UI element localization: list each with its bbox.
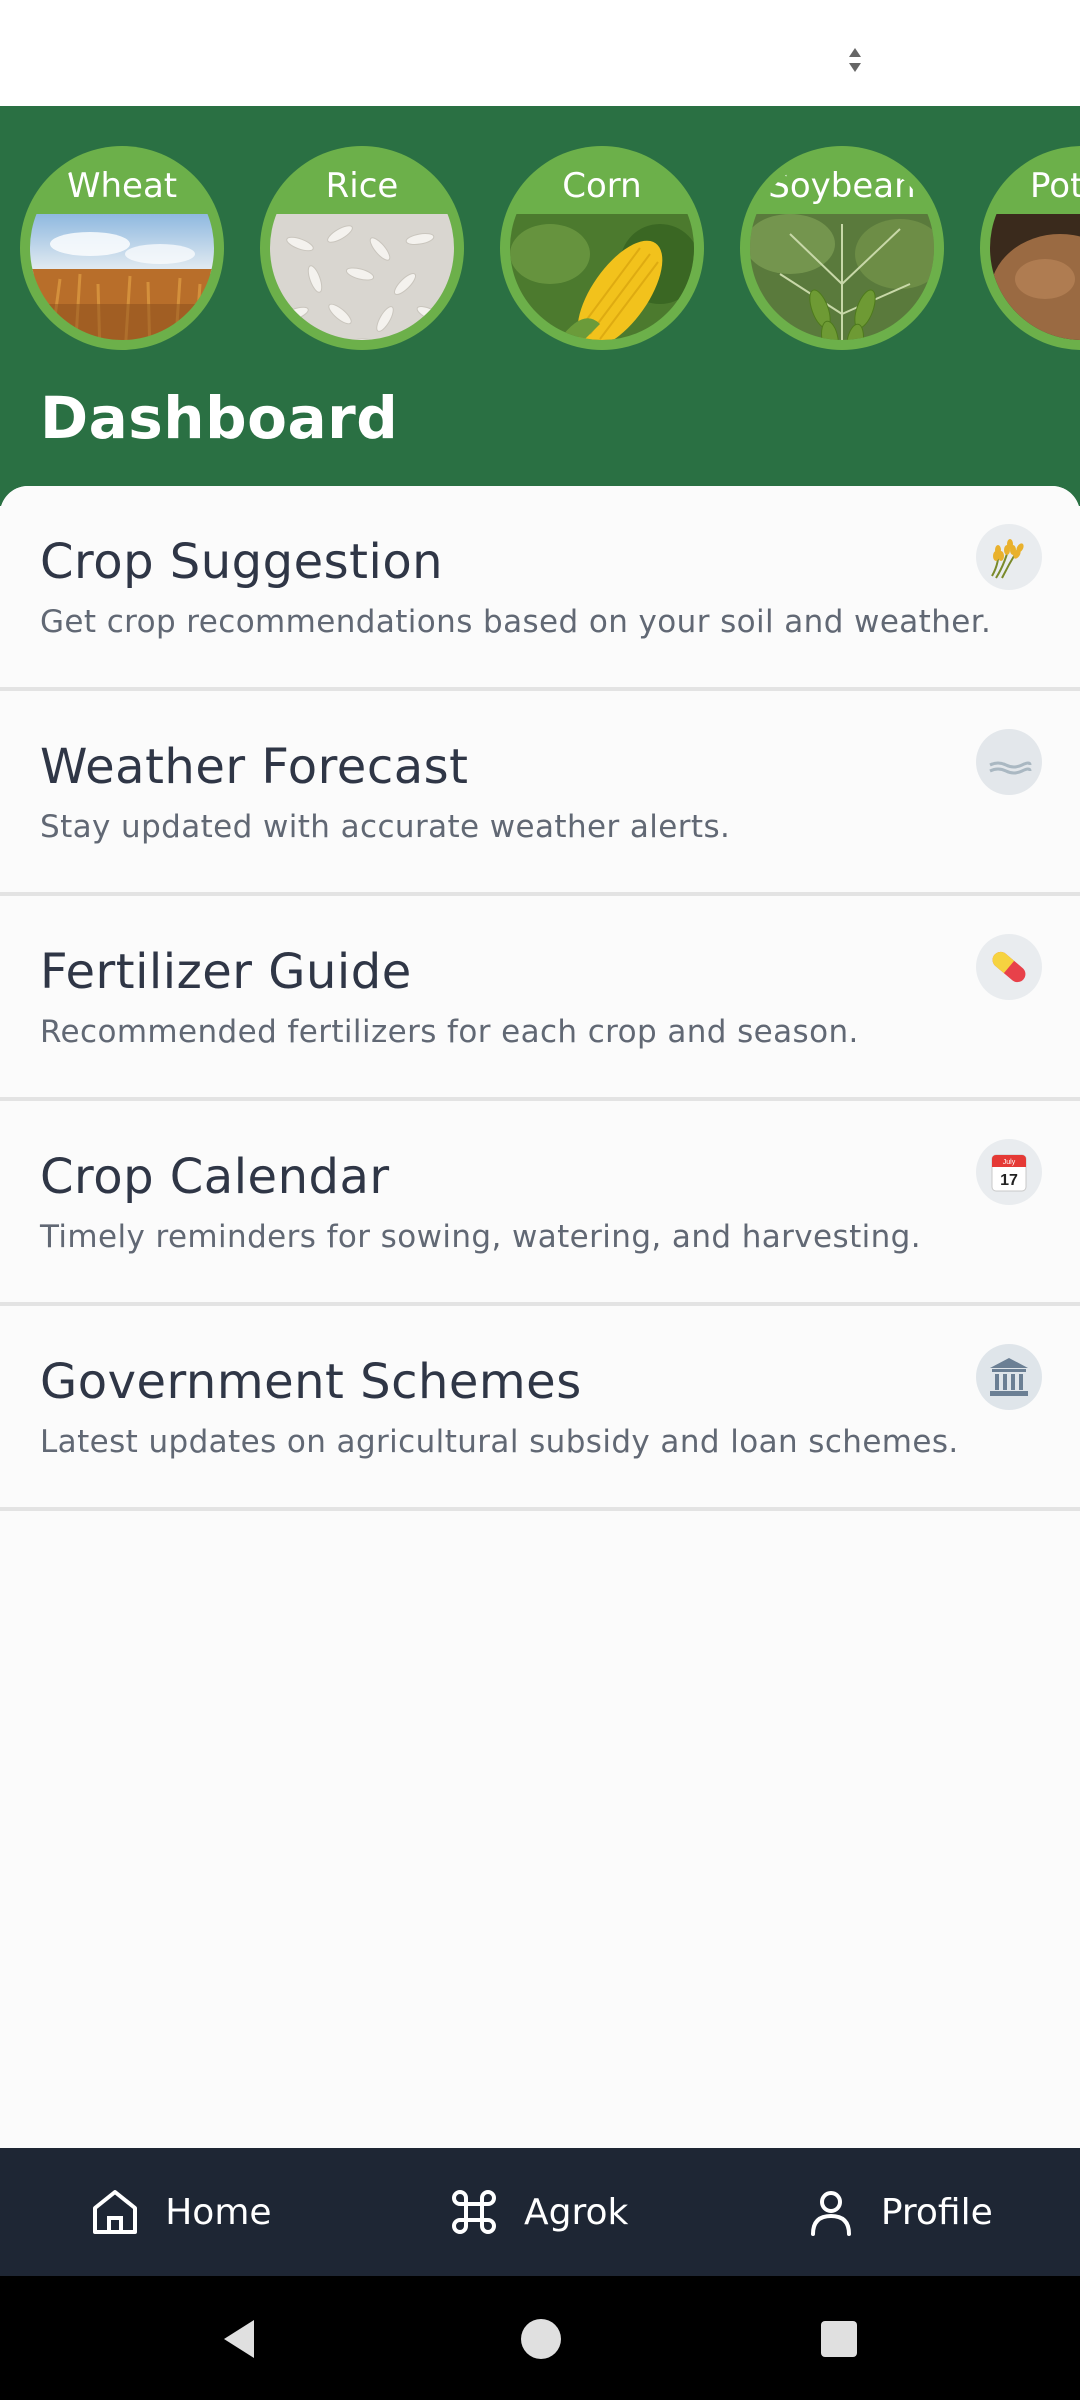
card-title: Crop Calendar xyxy=(40,1149,390,1205)
fog-icon xyxy=(976,729,1042,795)
card-title: Crop Suggestion xyxy=(40,534,444,590)
card-government-schemes[interactable]: Government Schemes Latest updates on agr… xyxy=(0,1306,1080,1511)
card-weather-forecast[interactable]: Weather Forecast Stay updated with accur… xyxy=(0,691,1080,896)
page-title: Dashboard xyxy=(40,384,399,452)
corn-cob-image xyxy=(510,214,694,340)
wheat-sheaf-icon xyxy=(976,524,1042,590)
top-bar xyxy=(0,0,1080,106)
card-crop-calendar[interactable]: Crop Calendar Timely reminders for sowin… xyxy=(0,1101,1080,1306)
card-description: Get crop recommendations based on your s… xyxy=(40,604,992,640)
nav-label: Agrok xyxy=(523,2191,629,2233)
crop-item-soybean[interactable]: Soybean xyxy=(740,146,944,350)
card-description: Recommended fertilizers for each crop an… xyxy=(40,1014,859,1050)
nav-profile[interactable]: Profile xyxy=(803,2184,993,2240)
nav-label: Profile xyxy=(880,2191,993,2233)
card-description: Timely reminders for sowing, watering, a… xyxy=(40,1219,922,1255)
soybean-plant-image xyxy=(750,214,934,340)
card-description: Latest updates on agricultural subsidy a… xyxy=(40,1424,959,1460)
app-screen: Wheat Rice Corn Soybean Pot Dashboard Cr… xyxy=(0,0,1080,2400)
pill-icon xyxy=(976,934,1042,1000)
recents-square-icon[interactable] xyxy=(816,2316,862,2362)
home-icon xyxy=(93,2190,138,2234)
crop-carousel[interactable]: Wheat Rice Corn Soybean Pot xyxy=(0,146,1080,350)
crop-item-rice[interactable]: Rice xyxy=(260,146,464,350)
crop-label: Pota xyxy=(1030,166,1080,206)
wheat-field-image xyxy=(30,214,214,340)
card-fertilizer-guide[interactable]: Fertilizer Guide Recommended fertilizers… xyxy=(0,896,1080,1101)
sort-select-icon[interactable] xyxy=(840,40,870,80)
card-crop-suggestion[interactable]: Crop Suggestion Get crop recommendations… xyxy=(0,486,1080,691)
feature-list: Crop Suggestion Get crop recommendations… xyxy=(0,486,1080,1511)
nav-home[interactable]: Home xyxy=(87,2184,272,2240)
header-banner: Wheat Rice Corn Soybean Pot Dashboard xyxy=(0,106,1080,506)
crop-label: Wheat xyxy=(66,166,178,206)
crop-item-wheat[interactable]: Wheat xyxy=(20,146,224,350)
government-building-icon xyxy=(976,1344,1042,1410)
rice-grains-image xyxy=(270,214,454,340)
back-icon[interactable] xyxy=(218,2316,264,2362)
crop-label: Soybean xyxy=(768,166,916,206)
calendar-day: 17 xyxy=(1000,1172,1018,1189)
crop-item-corn[interactable]: Corn xyxy=(500,146,704,350)
card-title: Fertilizer Guide xyxy=(40,944,412,1000)
nav-label: Home xyxy=(165,2191,272,2233)
card-title: Government Schemes xyxy=(40,1354,582,1410)
calendar-month: July xyxy=(1003,1159,1016,1166)
card-title: Weather Forecast xyxy=(40,739,469,795)
command-icon xyxy=(452,2190,496,2234)
calendar-icon: July 17 xyxy=(976,1139,1042,1205)
potato-image xyxy=(990,214,1080,340)
bottom-navigation: Home Agrok Profile xyxy=(0,2148,1080,2276)
home-circle-icon[interactable] xyxy=(518,2316,564,2362)
card-description: Stay updated with accurate weather alert… xyxy=(40,809,731,845)
crop-label: Rice xyxy=(325,166,399,206)
nav-agrok[interactable]: Agrok xyxy=(446,2184,628,2240)
user-icon xyxy=(810,2191,851,2236)
crop-item-potato[interactable]: Pota xyxy=(980,146,1080,350)
crop-label: Corn xyxy=(562,166,642,206)
system-navigation-bar xyxy=(0,2276,1080,2400)
